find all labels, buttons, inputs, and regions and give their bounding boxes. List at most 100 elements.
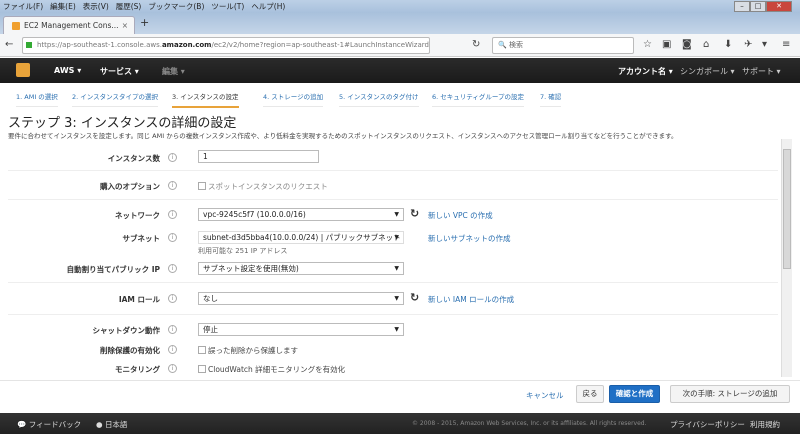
nav-services[interactable]: サービス ▾ <box>100 66 139 77</box>
download-icon[interactable]: ⬇ <box>724 39 732 50</box>
iam-role-select[interactable]: なし ▼ <box>198 292 404 305</box>
search-input[interactable]: 🔍 検索 <box>492 37 634 54</box>
scrollbar[interactable] <box>781 139 792 377</box>
info-icon[interactable]: i <box>168 153 177 162</box>
extension-icon[interactable]: ✈ <box>744 39 752 50</box>
termination-protection-label: 削除保護の有効化 <box>100 346 160 355</box>
nav-region[interactable]: シンガポール ▾ <box>680 66 735 77</box>
nav-edit[interactable]: 編集 ▾ <box>162 66 185 77</box>
bookmark-star-icon[interactable]: ☆ <box>643 39 652 50</box>
menu-bar: ファイル(F) 編集(E) 表示(V) 履歴(S) ブックマーク(B) ツール(T) ヘルプ… <box>0 0 800 13</box>
instance-count-label: インスタンス数 <box>107 154 160 163</box>
next-storage-button[interactable]: 次の手順: ストレージの追加 <box>670 385 790 403</box>
step-7[interactable]: 7. 確認 <box>540 91 562 107</box>
clipboard-icon[interactable]: ▣ <box>662 39 671 50</box>
language-button[interactable]: ● 日本語 <box>96 419 127 430</box>
aws-nav-bar: AWS ▾ サービス ▾ 編集 ▾ アカウント名 ▾ シンガポール ▾ サポート… <box>0 58 800 83</box>
step-2[interactable]: 2. インスタンスタイプの選択 <box>72 91 159 107</box>
page-title: ステップ 3: インスタンスの詳細の設定 <box>8 116 237 131</box>
divider <box>8 199 778 200</box>
checkbox-icon[interactable] <box>198 182 206 190</box>
home-icon[interactable]: ⌂ <box>703 39 709 50</box>
public-ip-select[interactable]: サブネット設定を使用(無効) ▼ <box>198 262 404 275</box>
menu-help[interactable]: ヘルプ(H) <box>251 2 285 11</box>
subnet-select[interactable]: subnet-d3d5bba4(10.0.0.0/24) | パブリックサブネッ… <box>198 231 404 244</box>
tab-title: EC2 Management Cons... <box>24 21 119 30</box>
globe-icon: ● <box>96 420 103 429</box>
spot-request-checkbox[interactable]: スポットインスタンスのリクエスト <box>198 181 328 192</box>
cancel-link[interactable]: キャンセル <box>526 390 564 401</box>
speech-bubble-icon: 💬 <box>17 420 27 429</box>
monitoring-label: モニタリング <box>115 365 160 374</box>
reload-icon[interactable]: ↻ <box>472 39 480 50</box>
refresh-icon[interactable]: ↻ <box>410 291 419 304</box>
menu-history[interactable]: 履歴(S) <box>116 2 142 11</box>
wizard-steps: 1. AMI の選択 2. インスタンスタイプの選択 3. インスタンスの設定 … <box>0 86 800 108</box>
nav-support[interactable]: サポート ▾ <box>742 66 781 77</box>
browser-tab[interactable]: EC2 Management Cons... × <box>3 16 135 34</box>
menu-tools[interactable]: ツール(T) <box>211 2 244 11</box>
pocket-icon[interactable]: ◙ <box>682 39 692 50</box>
action-bar: キャンセル 戻る 確認と作成 次の手順: ストレージの追加 <box>0 380 800 413</box>
new-tab-button[interactable]: + <box>140 16 149 29</box>
scrollbar-thumb[interactable] <box>783 149 791 269</box>
refresh-icon[interactable]: ↻ <box>410 207 419 220</box>
termination-checkbox[interactable]: 誤った削除から保護します <box>198 345 298 356</box>
info-icon[interactable]: i <box>168 325 177 334</box>
aws-logo-icon[interactable] <box>16 63 30 77</box>
instance-count-input[interactable]: 1 <box>198 150 319 163</box>
minimize-button[interactable]: – <box>734 1 750 12</box>
nav-bar: ← https://ap-southeast-1.console.aws.ama… <box>0 34 800 57</box>
network-value: vpc-9245c5f7 (10.0.0.0/16) <box>203 210 306 219</box>
shutdown-label: シャットダウン動作 <box>92 326 161 335</box>
step-3[interactable]: 3. インスタンスの設定 <box>172 91 239 108</box>
info-icon[interactable]: i <box>168 264 177 273</box>
step-5[interactable]: 5. インスタンスのタグ付け <box>339 91 419 107</box>
review-and-launch-button[interactable]: 確認と作成 <box>609 385 660 403</box>
info-icon[interactable]: i <box>168 345 177 354</box>
url-domain: amazon.com <box>161 41 212 49</box>
back-button[interactable]: 戻る <box>576 385 604 403</box>
create-iam-role-link[interactable]: 新しい IAM ロールの作成 <box>428 294 514 305</box>
network-select[interactable]: vpc-9245c5f7 (10.0.0.0/16) ▼ <box>198 208 404 221</box>
terms-link[interactable]: 利用規約 <box>750 419 780 430</box>
feedback-button[interactable]: 💬 フィードバック <box>17 419 81 430</box>
dropdown-arrow-icon: ▼ <box>394 295 399 302</box>
menu-view[interactable]: 表示(V) <box>83 2 109 11</box>
copyright: © 2008 - 2015, Amazon Web Services, Inc.… <box>412 420 647 427</box>
info-icon[interactable]: i <box>168 233 177 242</box>
nav-aws[interactable]: AWS ▾ <box>54 66 81 75</box>
search-placeholder: 検索 <box>508 41 523 49</box>
dropdown-arrow-icon: ▼ <box>394 265 399 272</box>
menu-edit[interactable]: 編集(E) <box>50 2 76 11</box>
divider <box>8 314 778 315</box>
nav-account[interactable]: アカウント名 ▾ <box>618 66 673 77</box>
purchase-option-label: 購入のオプション <box>100 182 160 191</box>
page-description: 要件に合わせてインスタンスを設定します。同じ AMI からの複数インスタンス作成… <box>8 132 678 140</box>
step-6[interactable]: 6. セキュリティグループの設定 <box>432 91 524 107</box>
checkbox-icon[interactable] <box>198 346 206 354</box>
close-tab-icon[interactable]: × <box>122 21 128 30</box>
menu-file[interactable]: ファイル(F) <box>3 2 43 11</box>
info-icon[interactable]: i <box>168 364 177 373</box>
shutdown-select[interactable]: 停止 ▼ <box>198 323 404 336</box>
back-arrow-icon[interactable]: ← <box>5 39 13 50</box>
menu-bookmarks[interactable]: ブックマーク(B) <box>148 2 204 11</box>
dropdown-icon[interactable]: ▾ <box>762 39 767 50</box>
checkbox-icon[interactable] <box>198 365 206 373</box>
create-vpc-link[interactable]: 新しい VPC の作成 <box>428 210 493 221</box>
monitoring-checkbox[interactable]: CloudWatch 詳細モニタリングを有効化 <box>198 364 345 375</box>
step-4[interactable]: 4. ストレージの追加 <box>263 91 324 107</box>
hamburger-menu-icon[interactable]: ≡ <box>782 39 790 50</box>
privacy-link[interactable]: プライバシーポリシー <box>670 419 745 430</box>
network-label: ネットワーク <box>115 211 160 220</box>
url-bar[interactable]: https://ap-southeast-1.console.aws.amazo… <box>22 37 430 54</box>
close-window-button[interactable]: ✕ <box>766 1 792 12</box>
lock-icon <box>26 42 32 48</box>
info-icon[interactable]: i <box>168 181 177 190</box>
create-subnet-link[interactable]: 新しいサブネットの作成 <box>428 233 511 244</box>
info-icon[interactable]: i <box>168 294 177 303</box>
info-icon[interactable]: i <box>168 210 177 219</box>
step-1[interactable]: 1. AMI の選択 <box>16 91 58 107</box>
maximize-button[interactable]: □ <box>750 1 766 12</box>
